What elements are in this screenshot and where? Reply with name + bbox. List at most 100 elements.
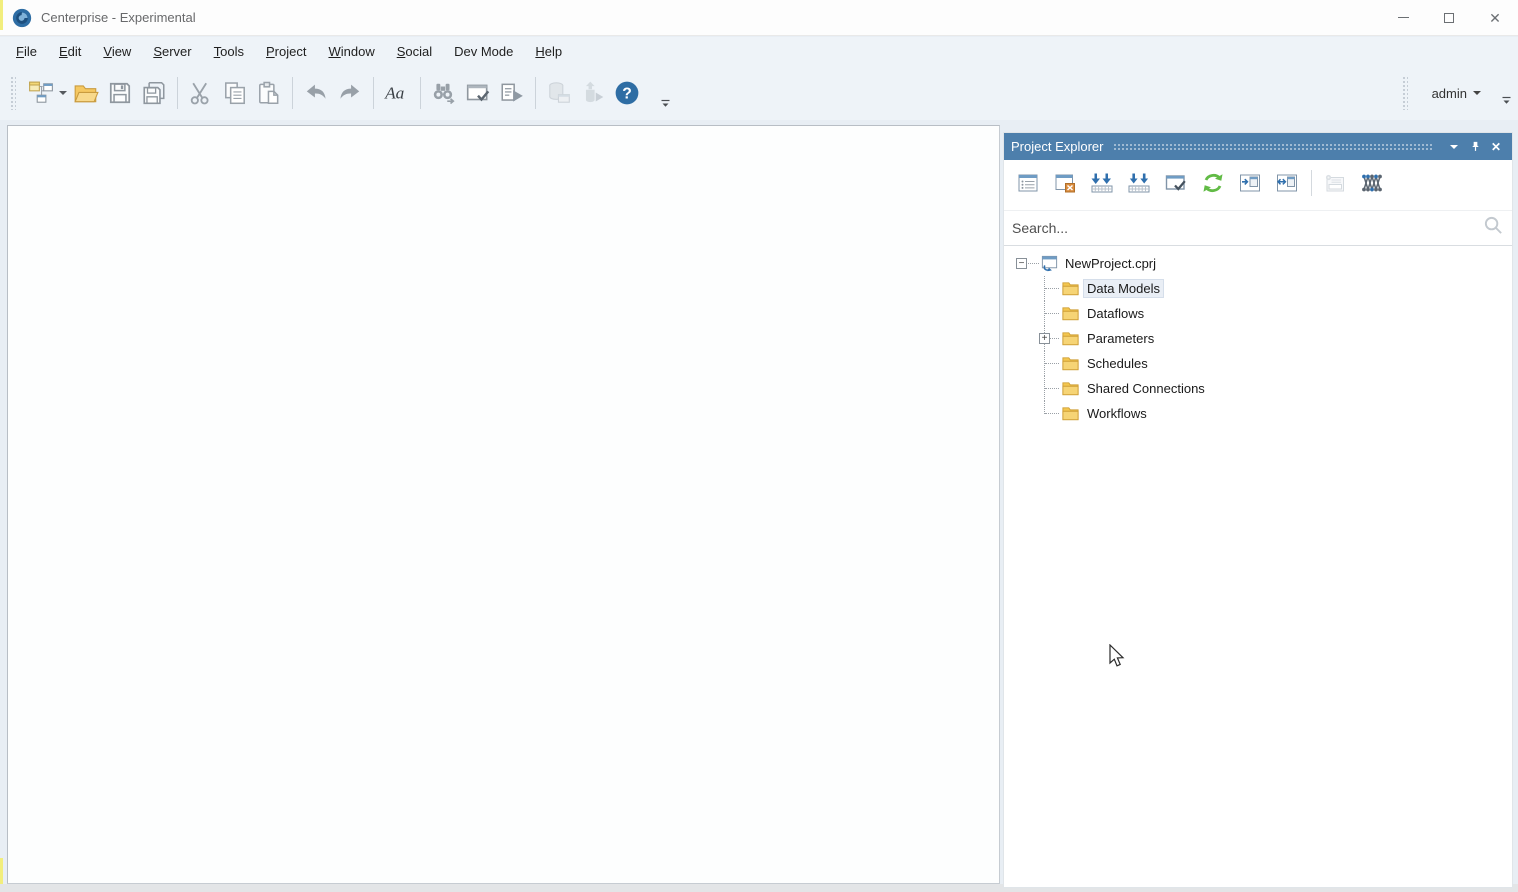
paste-button[interactable]: [252, 75, 286, 111]
account-name: admin: [1431, 85, 1467, 101]
menu-item-project[interactable]: Project: [255, 40, 317, 63]
toolbar-group: Aa: [380, 75, 414, 111]
font-button[interactable]: Aa: [380, 75, 414, 111]
dock-panel-alt-button[interactable]: [1272, 168, 1302, 198]
menu-item-edit[interactable]: Edit: [48, 40, 92, 63]
project-icon: [1041, 255, 1058, 272]
list-details-button[interactable]: [1013, 168, 1043, 198]
tree-item-workflows[interactable]: Workflows: [1004, 401, 1512, 426]
menu-item-window[interactable]: Window: [317, 40, 385, 63]
tree-item-label[interactable]: Schedules: [1084, 355, 1151, 372]
expand-expander[interactable]: +: [1039, 333, 1050, 344]
toolbar-group: ?: [542, 75, 644, 111]
get-latest-all-button[interactable]: [1124, 168, 1154, 198]
redo-icon: [340, 84, 360, 99]
project-explorer-header[interactable]: Project Explorer ✕: [1004, 133, 1512, 160]
project-tree: − NewProject.cprj Data Models Dataflows + Par…: [1004, 246, 1512, 426]
copy-button[interactable]: [218, 75, 252, 111]
close-button[interactable]: ✕: [1472, 0, 1518, 36]
folder-icon: [1062, 357, 1079, 371]
account-toolbar-grip[interactable]: [1401, 76, 1408, 110]
verify-window-button[interactable]: [461, 75, 495, 111]
redo-button[interactable]: [333, 75, 367, 111]
save-icon: [109, 82, 131, 104]
search-icon[interactable]: [1483, 215, 1504, 241]
tree-connector: [1045, 363, 1059, 364]
close-icon: ✕: [1489, 9, 1501, 26]
maximize-button[interactable]: [1426, 0, 1472, 36]
folder-icon-wrap: [1061, 279, 1080, 301]
tree-item-label[interactable]: Data Models: [1083, 279, 1164, 298]
toolbar-overflow-button[interactable]: [660, 96, 671, 114]
search-box: [1004, 210, 1512, 246]
refresh-icon: [1203, 173, 1223, 193]
cut-icon: [190, 82, 209, 105]
menu-item-tools[interactable]: Tools: [203, 40, 255, 63]
menu-item-server[interactable]: Server: [142, 40, 202, 63]
tree-item-shared-connections[interactable]: Shared Connections: [1004, 376, 1512, 401]
find-button[interactable]: [427, 75, 461, 111]
tree-item-label[interactable]: Dataflows: [1084, 305, 1147, 322]
tree-connector: [1045, 388, 1059, 389]
new-project-button[interactable]: [24, 75, 58, 111]
account-menu-button[interactable]: admin: [1426, 82, 1487, 105]
new-dropdown-icon[interactable]: [59, 91, 67, 99]
deploy-icon: [585, 81, 604, 103]
right-toolbar-overflow-button[interactable]: [1501, 93, 1512, 111]
project-explorer-panel: Project Explorer ✕ − NewProject.cprj Data …: [1003, 132, 1513, 888]
search-input[interactable]: [1012, 220, 1483, 236]
panel-menu-button[interactable]: [1445, 138, 1463, 156]
verify-project-icon: [1165, 175, 1186, 191]
menu-item-dev-mode[interactable]: Dev Mode: [443, 40, 524, 63]
project-options-icon: [1325, 174, 1344, 192]
tree-item-schedules[interactable]: Schedules: [1004, 351, 1512, 376]
menu-item-view[interactable]: View: [92, 40, 142, 63]
tree-connector: [1045, 413, 1059, 414]
window-title: Centerprise - Experimental: [41, 10, 196, 25]
new-project-icon: [29, 81, 53, 103]
tree-root-label[interactable]: NewProject.cprj: [1062, 255, 1159, 272]
svg-text:Aa: Aa: [384, 83, 405, 102]
folder-icon-wrap: [1061, 404, 1080, 426]
panel-pin-button[interactable]: [1466, 138, 1484, 156]
help-button[interactable]: ?: [610, 75, 644, 111]
tree-item-label[interactable]: Shared Connections: [1084, 380, 1208, 397]
minimize-button[interactable]: [1380, 0, 1426, 36]
app-logo-icon: [12, 8, 32, 27]
tree-item-parameters[interactable]: + Parameters: [1004, 326, 1512, 351]
toolbar-overflow-icon: [661, 99, 670, 107]
open-folder-icon: [74, 85, 99, 103]
verify-project-button[interactable]: [1161, 168, 1191, 198]
menu-item-social[interactable]: Social: [386, 40, 443, 63]
copy-icon: [225, 82, 245, 105]
get-latest-button[interactable]: [1087, 168, 1117, 198]
tree-item-dataflows[interactable]: Dataflows: [1004, 301, 1512, 326]
get-latest-all-icon: [1128, 173, 1150, 193]
tree-root-row[interactable]: − NewProject.cprj: [1004, 251, 1512, 276]
main-toolbar: Aa? admin: [0, 66, 1518, 120]
menu-item-help[interactable]: Help: [524, 40, 573, 63]
folder-icon-wrap: [1061, 379, 1080, 401]
refresh-button[interactable]: [1198, 168, 1228, 198]
close-project-button[interactable]: [1050, 168, 1080, 198]
cut-button[interactable]: [184, 75, 218, 111]
folder-icon: [1062, 332, 1079, 346]
database-button: [542, 75, 576, 111]
run-document-button[interactable]: [495, 75, 529, 111]
undo-button[interactable]: [299, 75, 333, 111]
tree-item-label[interactable]: Parameters: [1084, 330, 1157, 347]
dock-panel-button[interactable]: [1235, 168, 1265, 198]
toolbar-grip[interactable]: [10, 76, 16, 110]
screen-edge-artifact-top: [0, 0, 3, 30]
save-button[interactable]: [103, 75, 137, 111]
collapse-expander[interactable]: −: [1016, 258, 1027, 269]
save-all-button[interactable]: [137, 75, 171, 111]
toolbar-separator: [177, 77, 178, 109]
open-folder-button[interactable]: [69, 75, 103, 111]
tree-item-label[interactable]: Workflows: [1084, 405, 1150, 422]
menu-item-file[interactable]: File: [5, 40, 48, 63]
save-all-icon: [143, 81, 165, 105]
tree-item-data-models[interactable]: Data Models: [1004, 276, 1512, 301]
lineage-button[interactable]: [1357, 168, 1387, 198]
panel-close-button[interactable]: ✕: [1487, 138, 1505, 156]
